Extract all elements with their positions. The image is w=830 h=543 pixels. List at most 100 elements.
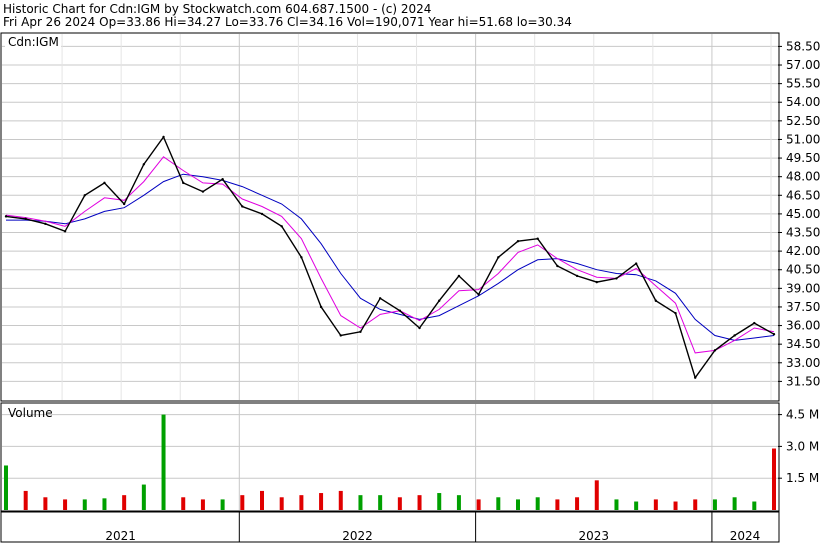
price-panel-frame	[0, 32, 780, 402]
price-point	[654, 299, 658, 302]
volume-bar	[122, 495, 127, 510]
price-tick-label: 33.00	[786, 356, 820, 370]
volume-bar	[732, 497, 737, 510]
price-point	[339, 334, 342, 337]
price-point	[634, 262, 638, 265]
price-tick-label: 39.00	[786, 281, 820, 295]
volume-bar	[63, 499, 68, 510]
price-point	[182, 181, 185, 185]
volume-bar	[516, 499, 520, 510]
volume-bar	[299, 495, 304, 510]
volume-axis: 4.5 M 3.0 M 1.5 M	[778, 408, 819, 485]
price-point	[221, 177, 224, 181]
price-tick-label: 51.00	[786, 132, 820, 146]
volume-bar	[181, 497, 186, 510]
volume-bar	[240, 495, 245, 510]
price-axis: 58.50 57.00 55.50 54.00 52.50 51.00 49.50 48.00…	[778, 39, 820, 388]
year-label: 2021	[105, 529, 136, 543]
volume-bar	[161, 414, 166, 510]
volume-bar	[220, 499, 225, 510]
volume-bar	[575, 497, 580, 510]
price-point	[694, 376, 697, 379]
volume-bar	[712, 499, 717, 510]
volume-bar	[535, 497, 540, 510]
price-point	[418, 326, 421, 330]
price-point	[536, 237, 539, 240]
volume-label: Volume	[8, 406, 53, 420]
volume-bar	[260, 490, 264, 510]
volume-bar	[200, 499, 205, 510]
price-point	[300, 256, 303, 259]
volume-bar	[23, 490, 28, 510]
price-tick-label: 58.50	[786, 39, 820, 53]
volume-bar	[673, 501, 678, 510]
volume-bar	[772, 448, 776, 510]
price-tick-label: 31.50	[786, 374, 820, 388]
volume-bar	[417, 495, 422, 510]
volume-bar	[594, 480, 599, 510]
volume-panel-frame	[0, 402, 780, 512]
price-tick-label: 42.00	[786, 244, 820, 258]
price-tick-label: 45.00	[786, 207, 820, 221]
price-point	[103, 181, 106, 185]
volume-bar	[614, 499, 619, 510]
price-point	[438, 299, 441, 302]
volume-bar	[378, 495, 383, 510]
volume-bar	[358, 495, 363, 510]
volume-bar	[4, 465, 8, 510]
symbol-label: Cdn:IGM	[8, 35, 59, 49]
price-point	[575, 274, 579, 278]
volume-tick-label: 1.5 M	[786, 471, 819, 485]
volume-bar	[437, 493, 442, 510]
volume-bar	[693, 499, 698, 510]
volume-bar	[43, 497, 48, 510]
volume-bar	[476, 499, 481, 510]
volume-bar	[397, 497, 402, 510]
price-point	[260, 212, 264, 216]
price-tick-label: 34.50	[786, 337, 820, 351]
year-label: 2024	[730, 529, 761, 543]
price-point	[674, 311, 677, 315]
volume-bar	[141, 484, 146, 510]
price-point	[83, 194, 86, 197]
price-tick-label: 55.50	[786, 77, 820, 91]
volume-bar	[319, 493, 324, 510]
price-point	[753, 321, 756, 325]
price-tick-label: 46.50	[786, 188, 820, 202]
price-point	[122, 202, 126, 206]
price-tick-label: 37.50	[786, 300, 820, 314]
volume-bar	[338, 490, 343, 510]
volume-bar	[82, 499, 87, 510]
price-point	[162, 135, 165, 139]
price-point	[24, 217, 27, 221]
price-point	[477, 293, 480, 296]
price-point	[398, 309, 402, 312]
volume-bar	[653, 499, 658, 510]
price-tick-label: 43.50	[786, 226, 820, 240]
price-point	[497, 256, 500, 259]
price-point	[516, 239, 520, 243]
volume-bar	[555, 499, 560, 510]
price-point	[280, 225, 283, 228]
price-point	[201, 190, 205, 193]
price-point	[457, 274, 461, 278]
price-point	[4, 215, 8, 218]
price-point	[595, 280, 598, 284]
year-label: 2022	[342, 529, 373, 543]
price-point	[772, 333, 776, 336]
volume-bar	[456, 495, 461, 510]
price-tick-label: 49.50	[786, 151, 820, 165]
stock-chart: 58.50 57.00 55.50 54.00 52.50 51.00 49.50 48.00…	[0, 32, 820, 543]
volume-tick-label: 4.5 M	[786, 408, 819, 422]
price-tick-label: 48.00	[786, 170, 820, 184]
volume-bar	[279, 497, 284, 510]
price-tick-label: 54.00	[786, 95, 820, 109]
volume-bar	[752, 501, 757, 510]
volume-bar	[496, 497, 501, 510]
price-point	[615, 277, 618, 280]
price-point	[44, 222, 47, 226]
price-point	[378, 297, 382, 300]
price-point	[713, 349, 717, 352]
volume-tick-label: 3.0 M	[786, 439, 819, 453]
price-point	[63, 230, 67, 233]
